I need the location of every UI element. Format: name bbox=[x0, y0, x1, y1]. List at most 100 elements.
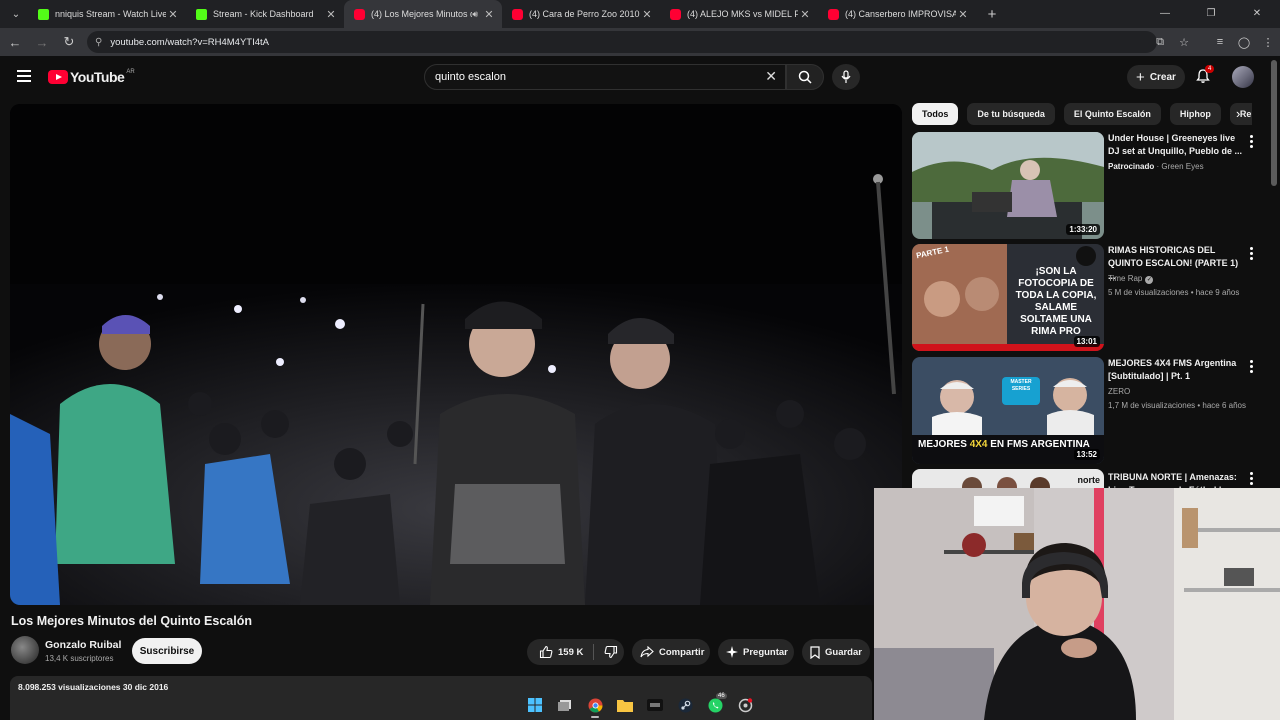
account-avatar[interactable] bbox=[1232, 66, 1254, 88]
chip-related[interactable]: Relac bbox=[1229, 103, 1252, 125]
video-frame bbox=[10, 104, 902, 605]
chip-all[interactable]: Todos bbox=[912, 103, 959, 125]
page-scrollbar[interactable] bbox=[1271, 60, 1277, 186]
channel-avatar[interactable] bbox=[11, 636, 39, 664]
thumbs-up-icon bbox=[539, 645, 553, 659]
recommended-video[interactable]: norte TRIBUNA NORTE | Amenazas: Liga Tuc… bbox=[912, 469, 1272, 488]
browser-tab[interactable]: Stream - Kick Dashboard ✕ bbox=[186, 0, 344, 28]
video-player[interactable] bbox=[10, 104, 902, 605]
restore-icon[interactable]: ❐ bbox=[1188, 0, 1234, 28]
chip-from-search[interactable]: De tu búsqueda bbox=[967, 103, 1055, 125]
close-tab-icon[interactable]: ✕ bbox=[324, 8, 338, 21]
browser-tab[interactable]: (4) Cara de Perro Zoo 2010 - Fi ✕ bbox=[502, 0, 660, 28]
close-tab-icon[interactable]: ✕ bbox=[798, 8, 812, 21]
back-icon[interactable]: ← bbox=[3, 35, 27, 50]
chip-hiphop[interactable]: Hiphop bbox=[1169, 103, 1221, 125]
video-thumbnail[interactable]: norte bbox=[912, 469, 1104, 488]
chrome-taskbar-button[interactable] bbox=[580, 692, 610, 718]
address-bar[interactable]: ⚲ youtube.com/watch?v=RH4M4YTI4tA bbox=[87, 31, 1157, 53]
clear-search-icon[interactable]: ✕ bbox=[765, 68, 777, 85]
address-toolbar: ← → ↻ ⚲ youtube.com/watch?v=RH4M4YTI4tA … bbox=[0, 28, 1280, 56]
browser-tab[interactable]: nniquis Stream - Watch Live on ✕ bbox=[28, 0, 186, 28]
video-thumbnail[interactable]: PARTE 1 ¡SON LA FOTOCOPIA DE TODA LA COP… bbox=[912, 244, 1104, 351]
tab-title: nniquis Stream - Watch Live on bbox=[55, 9, 166, 19]
browser-tab-active[interactable]: (4) Los Mejores Minutos de 🔊︎ ✕ bbox=[344, 0, 502, 28]
media-controls-icon[interactable]: ≡ bbox=[1208, 36, 1232, 48]
minimize-icon[interactable]: — bbox=[1142, 0, 1188, 28]
task-view-button[interactable] bbox=[550, 692, 580, 718]
recommended-title[interactable]: Under House | Greeneyes live DJ set at U… bbox=[1108, 132, 1244, 158]
notification-badge: 4 bbox=[1205, 65, 1215, 73]
menu-icon[interactable] bbox=[17, 70, 31, 82]
plus-icon: + bbox=[1136, 68, 1145, 86]
steam-button[interactable] bbox=[670, 692, 700, 718]
task-view-icon bbox=[558, 700, 571, 711]
sparkle-icon bbox=[726, 646, 738, 658]
url-text: youtube.com/watch?v=RH4M4YTI4tA bbox=[110, 36, 269, 48]
recommended-title[interactable]: TRIBUNA NORTE | Amenazas: Liga Tucumana … bbox=[1108, 471, 1244, 488]
save-button[interactable]: Guardar bbox=[802, 639, 870, 665]
dislike-button[interactable] bbox=[594, 645, 623, 659]
more-options-icon[interactable] bbox=[1250, 135, 1254, 150]
more-options-icon[interactable] bbox=[1250, 472, 1254, 487]
app-taskbar-button-2[interactable] bbox=[730, 692, 760, 718]
ask-button[interactable]: Preguntar bbox=[718, 639, 794, 665]
browser-menu-icon[interactable]: ⋮ bbox=[1256, 36, 1280, 49]
profile-icon[interactable]: ◯ bbox=[1232, 36, 1256, 49]
share-button[interactable]: Compartir bbox=[632, 639, 710, 665]
sponsored-label: Patrocinado bbox=[1108, 162, 1155, 171]
create-button[interactable]: + Crear bbox=[1127, 65, 1185, 89]
logo-text: YouTube bbox=[70, 69, 125, 85]
bookmark-star-icon[interactable]: ☆ bbox=[1172, 36, 1196, 49]
browser-tab[interactable]: (4) ALEJO MKS vs MIDEL FRUO ✕ bbox=[660, 0, 818, 28]
video-thumbnail[interactable]: MASTER SERIES MEJORES 4X4 EN FMS ARGENTI… bbox=[912, 357, 1104, 464]
recommended-channel[interactable]: ZERO bbox=[1108, 387, 1130, 396]
close-tab-icon[interactable]: ✕ bbox=[640, 8, 654, 21]
chevron-right-icon[interactable]: › bbox=[1236, 106, 1240, 121]
browser-tab-strip: ⌄ nniquis Stream - Watch Live on ✕ Strea… bbox=[0, 0, 1280, 28]
app-taskbar-button[interactable] bbox=[640, 692, 670, 718]
recommended-video[interactable]: 1:33:20 Under House | Greeneyes live DJ … bbox=[912, 132, 1272, 240]
subscribe-button[interactable]: Suscribirse bbox=[132, 638, 202, 664]
more-options-icon[interactable] bbox=[1250, 360, 1254, 375]
windows-start-button[interactable] bbox=[520, 692, 550, 718]
search-input[interactable]: quinto escalon ✕ bbox=[424, 64, 786, 90]
voice-search-button[interactable] bbox=[832, 64, 860, 90]
channel-name[interactable]: Green Eyes bbox=[1161, 162, 1203, 171]
new-tab-button[interactable]: + bbox=[980, 6, 1004, 23]
forward-icon[interactable]: → bbox=[30, 35, 54, 50]
toolbar-actions: ⧉ ☆ ≡ ◯ ⋮ bbox=[1148, 28, 1280, 56]
tab-title: (4) Canserbero IMPROVISANDO bbox=[845, 9, 956, 19]
video-duration: 1:33:20 bbox=[1066, 224, 1100, 235]
view-count-date: 8.098.253 visualizaciones 30 dic 2016 bbox=[18, 682, 169, 692]
tab-search-button[interactable]: ⌄ bbox=[4, 4, 28, 24]
chip-quinto-escalon[interactable]: El Quinto Escalón bbox=[1063, 103, 1161, 125]
create-label: Crear bbox=[1149, 71, 1176, 83]
search-button[interactable] bbox=[786, 64, 824, 90]
recommended-video[interactable]: MASTER SERIES MEJORES 4X4 EN FMS ARGENTI… bbox=[912, 357, 1272, 465]
country-code: AR bbox=[126, 69, 135, 75]
thumbnail-text: ¡SON LA FOTOCOPIA DE TODA LA COPIA, SALA… bbox=[1015, 266, 1097, 337]
speaker-icon[interactable]: 🔊︎ bbox=[472, 9, 478, 20]
steam-icon bbox=[678, 698, 692, 712]
video-thumbnail[interactable]: 1:33:20 bbox=[912, 132, 1104, 239]
close-window-icon[interactable]: ✕ bbox=[1234, 0, 1280, 28]
install-app-icon[interactable]: ⧉ bbox=[1148, 36, 1172, 49]
notifications-button[interactable]: 4 bbox=[1195, 65, 1215, 88]
reload-icon[interactable]: ↻ bbox=[57, 34, 81, 50]
more-options-icon[interactable] bbox=[1250, 247, 1254, 262]
youtube-logo[interactable]: YouTube AR bbox=[48, 69, 135, 85]
like-button[interactable]: 159 K bbox=[527, 644, 595, 660]
recommended-video[interactable]: PARTE 1 ¡SON LA FOTOCOPIA DE TODA LA COP… bbox=[912, 244, 1272, 352]
close-tab-icon[interactable]: ✕ bbox=[166, 8, 180, 21]
close-tab-icon[interactable]: ✕ bbox=[956, 8, 970, 21]
close-tab-icon[interactable]: ✕ bbox=[482, 8, 496, 21]
whatsapp-button[interactable]: 46 bbox=[700, 692, 730, 718]
site-info-icon[interactable]: ⚲ bbox=[95, 37, 102, 48]
browser-tab[interactable]: (4) Canserbero IMPROVISANDO ✕ bbox=[818, 0, 976, 28]
channel-name[interactable]: Time Rap bbox=[1108, 274, 1142, 283]
thumbnail-text-part: MEJORES bbox=[918, 439, 970, 450]
file-explorer-button[interactable] bbox=[610, 692, 640, 718]
recommended-title[interactable]: MEJORES 4X4 FMS Argentina [Subtitulado] … bbox=[1108, 357, 1244, 383]
channel-name[interactable]: Gonzalo Ruibal bbox=[45, 639, 121, 651]
